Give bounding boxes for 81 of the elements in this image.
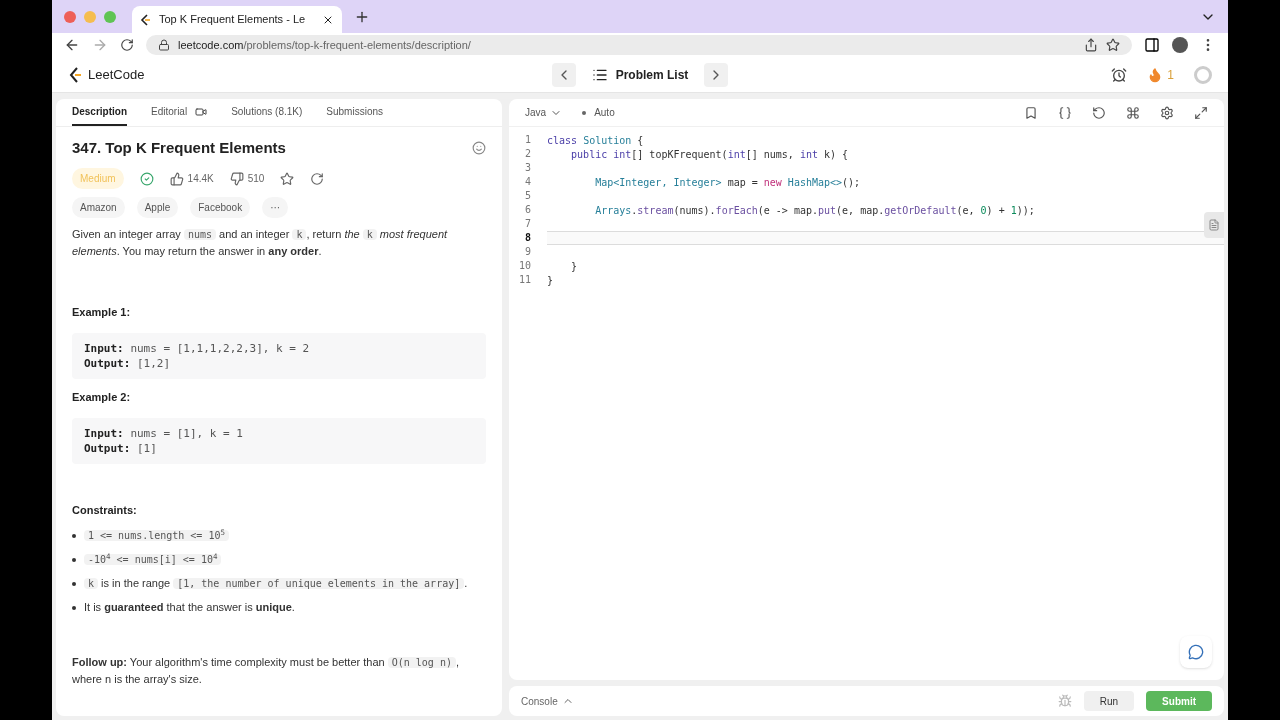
dislike-button[interactable]: 510	[229, 170, 265, 187]
chat-button[interactable]	[1180, 636, 1212, 668]
constraint-text: -10$^{4}$ <= nums[i] <= 10$^{4}$	[84, 551, 222, 568]
problem-statement: Given an integer array nums and an integer k , return the k most frequent elements. You may return the answer in any order.	[72, 227, 449, 259]
like-button[interactable]: 14.4K	[169, 170, 214, 187]
alarm-clock-icon[interactable]	[1111, 66, 1128, 83]
console-toggle[interactable]: Console	[521, 693, 574, 709]
example-heading: Example 1:	[72, 305, 132, 320]
line-number: 5	[523, 189, 532, 203]
back-icon[interactable]	[64, 37, 80, 53]
side-panel-icon[interactable]	[1144, 37, 1160, 53]
refresh-icon[interactable]	[310, 171, 325, 186]
line-number: 6	[523, 203, 532, 217]
panel-tab[interactable]: Solutions (8.1K)	[231, 99, 303, 126]
code-line: }	[547, 275, 554, 286]
run-button[interactable]: Run	[1083, 691, 1135, 711]
language-selector[interactable]: Java	[525, 105, 563, 120]
line-number: 3	[523, 161, 532, 175]
example-heading: Example 2:	[72, 390, 132, 405]
panel-tab[interactable]: Editorial	[151, 99, 208, 126]
browser-tab[interactable]: Top K Frequent Elements - Le	[132, 6, 342, 33]
solved-check-icon	[139, 171, 154, 186]
command-icon[interactable]	[1126, 105, 1140, 120]
document-icon	[1208, 219, 1220, 231]
thumbs-down-icon	[229, 171, 244, 186]
address-bar[interactable]: leetcode.com/problems/top-k-frequent-elements/description/	[146, 35, 1132, 55]
line-number: 7	[523, 217, 532, 231]
panel-tab[interactable]: Submissions	[326, 99, 383, 126]
logo-text[interactable]: LeetCode	[88, 64, 145, 85]
settings-icon[interactable]	[1160, 105, 1174, 120]
problem-list-button[interactable]: Problem List	[579, 62, 701, 87]
example-block: Input: nums = [1], k = 1 Output: [1]	[72, 418, 486, 464]
bullet	[72, 533, 76, 538]
company-tag[interactable]: Facebook	[190, 197, 251, 218]
autocomplete-mode[interactable]: Auto	[582, 105, 615, 120]
panel-tab[interactable]: Description	[72, 99, 127, 126]
difficulty-badge: Medium	[72, 168, 124, 189]
bullet	[72, 605, 76, 610]
more-tags-button[interactable]: ···	[262, 197, 289, 218]
expand-icon[interactable]	[1194, 105, 1208, 120]
feedback-icon[interactable]	[472, 140, 486, 155]
reload-icon[interactable]	[120, 38, 134, 52]
bookmark-star-icon[interactable]	[1106, 38, 1120, 52]
bullet	[72, 581, 76, 586]
constraints-heading: Constraints:	[72, 503, 138, 518]
example-block: Input: nums = [1,1,1,2,2,3], k = 2 Output: [1,2]	[72, 333, 486, 379]
chat-bubble-icon	[1188, 644, 1204, 660]
thumbs-up-icon	[169, 171, 184, 186]
constraint-text: It is guaranteed that the answer is unique.	[84, 600, 295, 615]
company-tag[interactable]: Amazon	[72, 197, 125, 218]
code-line: class Solution {	[547, 135, 644, 146]
reset-icon[interactable]	[1092, 105, 1106, 120]
problem-title: 347. Top K Frequent Elements	[72, 139, 286, 156]
favorite-star-icon[interactable]	[280, 171, 295, 186]
constraint-text: 1 <= nums.length <= 10$^{5}$	[84, 527, 229, 544]
leetcode-logo-icon[interactable]	[68, 66, 82, 83]
bookmark-icon[interactable]	[1024, 105, 1038, 120]
constraint-text: k is in the range [1, the number of unique elements in the array] .	[84, 575, 468, 592]
lock-icon	[158, 39, 170, 51]
company-tag[interactable]: Apple	[136, 197, 179, 218]
profile-avatar[interactable]	[1172, 37, 1188, 53]
line-number: 9	[523, 245, 532, 259]
line-number: 2	[523, 147, 532, 161]
line-number: 10	[517, 259, 532, 273]
code-line: public int[] topKFrequent(int[] nums, int k) {	[570, 149, 849, 160]
video-icon	[195, 105, 208, 118]
share-icon[interactable]	[1084, 38, 1098, 52]
line-number: 4	[523, 175, 532, 189]
line-number: 11	[517, 273, 532, 287]
streak-count: 1	[1167, 66, 1174, 84]
leetcode-logo-icon	[140, 13, 151, 26]
code-line: Arrays.stream(nums).forEach(e -> map.put(e, map.getOrDefault(e, 0) + 1));	[594, 205, 1035, 216]
line-number: 1	[523, 133, 532, 147]
line-number: 8	[523, 231, 532, 245]
code-line: Map<Integer, Integer> map = new HashMap<>();	[594, 177, 861, 188]
url-text: leetcode.com/problems/top-k-frequent-elements/description/	[178, 37, 472, 53]
format-braces-icon[interactable]	[1058, 105, 1072, 120]
tab-title: Top K Frequent Elements - Le	[159, 12, 307, 28]
code-line: }	[570, 261, 578, 272]
bullet	[72, 557, 76, 562]
follow-up-text: Follow up: Your algorithm's time complexity must be better than O(n log n) , where n is the array's size.	[72, 655, 460, 687]
